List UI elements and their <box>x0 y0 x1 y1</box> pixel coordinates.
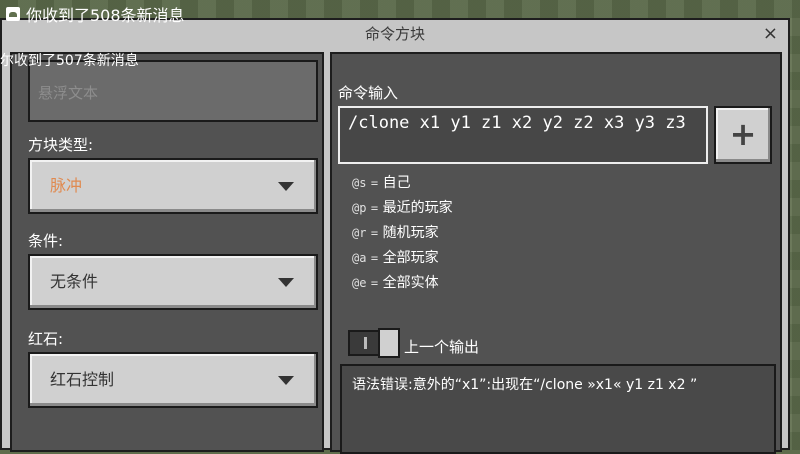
selector-eq: = <box>370 201 379 215</box>
block-type-value: 脉冲 <box>50 176 83 195</box>
selector-row-all-entities: @e = 全部实体 <box>352 272 439 292</box>
add-button[interactable]: + <box>714 106 772 164</box>
selector-desc: 最近的玩家 <box>382 200 453 216</box>
selector-key: @s <box>352 176 367 190</box>
right-panel: 命令输入 /clone x1 y1 z1 x2 y2 z2 x3 y3 z3 +… <box>330 52 782 454</box>
command-input[interactable]: /clone x1 y1 z1 x2 y2 z2 x3 y3 z3 <box>338 106 708 164</box>
selector-desc: 全部实体 <box>382 275 439 291</box>
left-panel: 悬浮文本 方块类型: 脉冲 条件: 无条件 红石: 红石控制 <box>10 52 324 452</box>
output-box: 语法错误:意外的“x1”:出现在“/clone »x1« y1 z1 x2 ” <box>340 364 776 454</box>
command-block-dialog: 命令方块 × 悬浮文本 方块类型: 脉冲 条件: 无条件 红石: 红石控制 命令… <box>0 18 790 454</box>
condition-dropdown[interactable]: 无条件 <box>28 254 318 310</box>
selector-desc: 全部玩家 <box>382 250 439 266</box>
redstone-label: 红石: <box>28 330 64 348</box>
hover-text-placeholder: 悬浮文本 <box>38 84 99 102</box>
selector-row-self: @s = 自己 <box>352 172 411 192</box>
selector-key: @a <box>352 251 367 265</box>
block-type-dropdown[interactable]: 脉冲 <box>28 158 318 214</box>
selector-key: @r <box>352 226 367 240</box>
selector-row-random: @r = 随机玩家 <box>352 222 439 242</box>
selector-eq: = <box>370 176 379 190</box>
block-type-label: 方块类型: <box>28 136 94 154</box>
previous-output-toggle[interactable] <box>348 328 400 358</box>
selector-key: @e <box>352 276 367 290</box>
command-input-label: 命令输入 <box>338 84 399 102</box>
selector-eq: = <box>370 226 379 240</box>
chevron-down-icon <box>278 278 294 287</box>
close-icon[interactable]: × <box>763 23 778 45</box>
chevron-down-icon <box>278 376 294 385</box>
selector-desc: 随机玩家 <box>382 225 439 241</box>
selector-desc: 自己 <box>382 175 411 191</box>
redstone-dropdown[interactable]: 红石控制 <box>28 352 318 408</box>
condition-label: 条件: <box>28 232 64 250</box>
selector-key: @p <box>352 201 367 215</box>
selector-row-all-players: @a = 全部玩家 <box>352 247 439 267</box>
notification-overlay-text: 尔收到了507条新消息 <box>0 53 139 69</box>
redstone-value: 红石控制 <box>50 370 115 389</box>
toggle-mark <box>364 337 367 349</box>
selector-row-nearest: @p = 最近的玩家 <box>352 197 453 217</box>
selector-eq: = <box>370 276 379 290</box>
notification-bar: 你收到了508条新消息 <box>6 4 185 25</box>
toggle-knob[interactable] <box>378 328 400 358</box>
selector-eq: = <box>370 251 379 265</box>
condition-value: 无条件 <box>50 272 99 291</box>
chevron-down-icon <box>278 182 294 191</box>
previous-output-label: 上一个输出 <box>404 338 480 356</box>
notification-text: 你收到了508条新消息 <box>26 6 185 25</box>
message-icon <box>6 7 20 21</box>
